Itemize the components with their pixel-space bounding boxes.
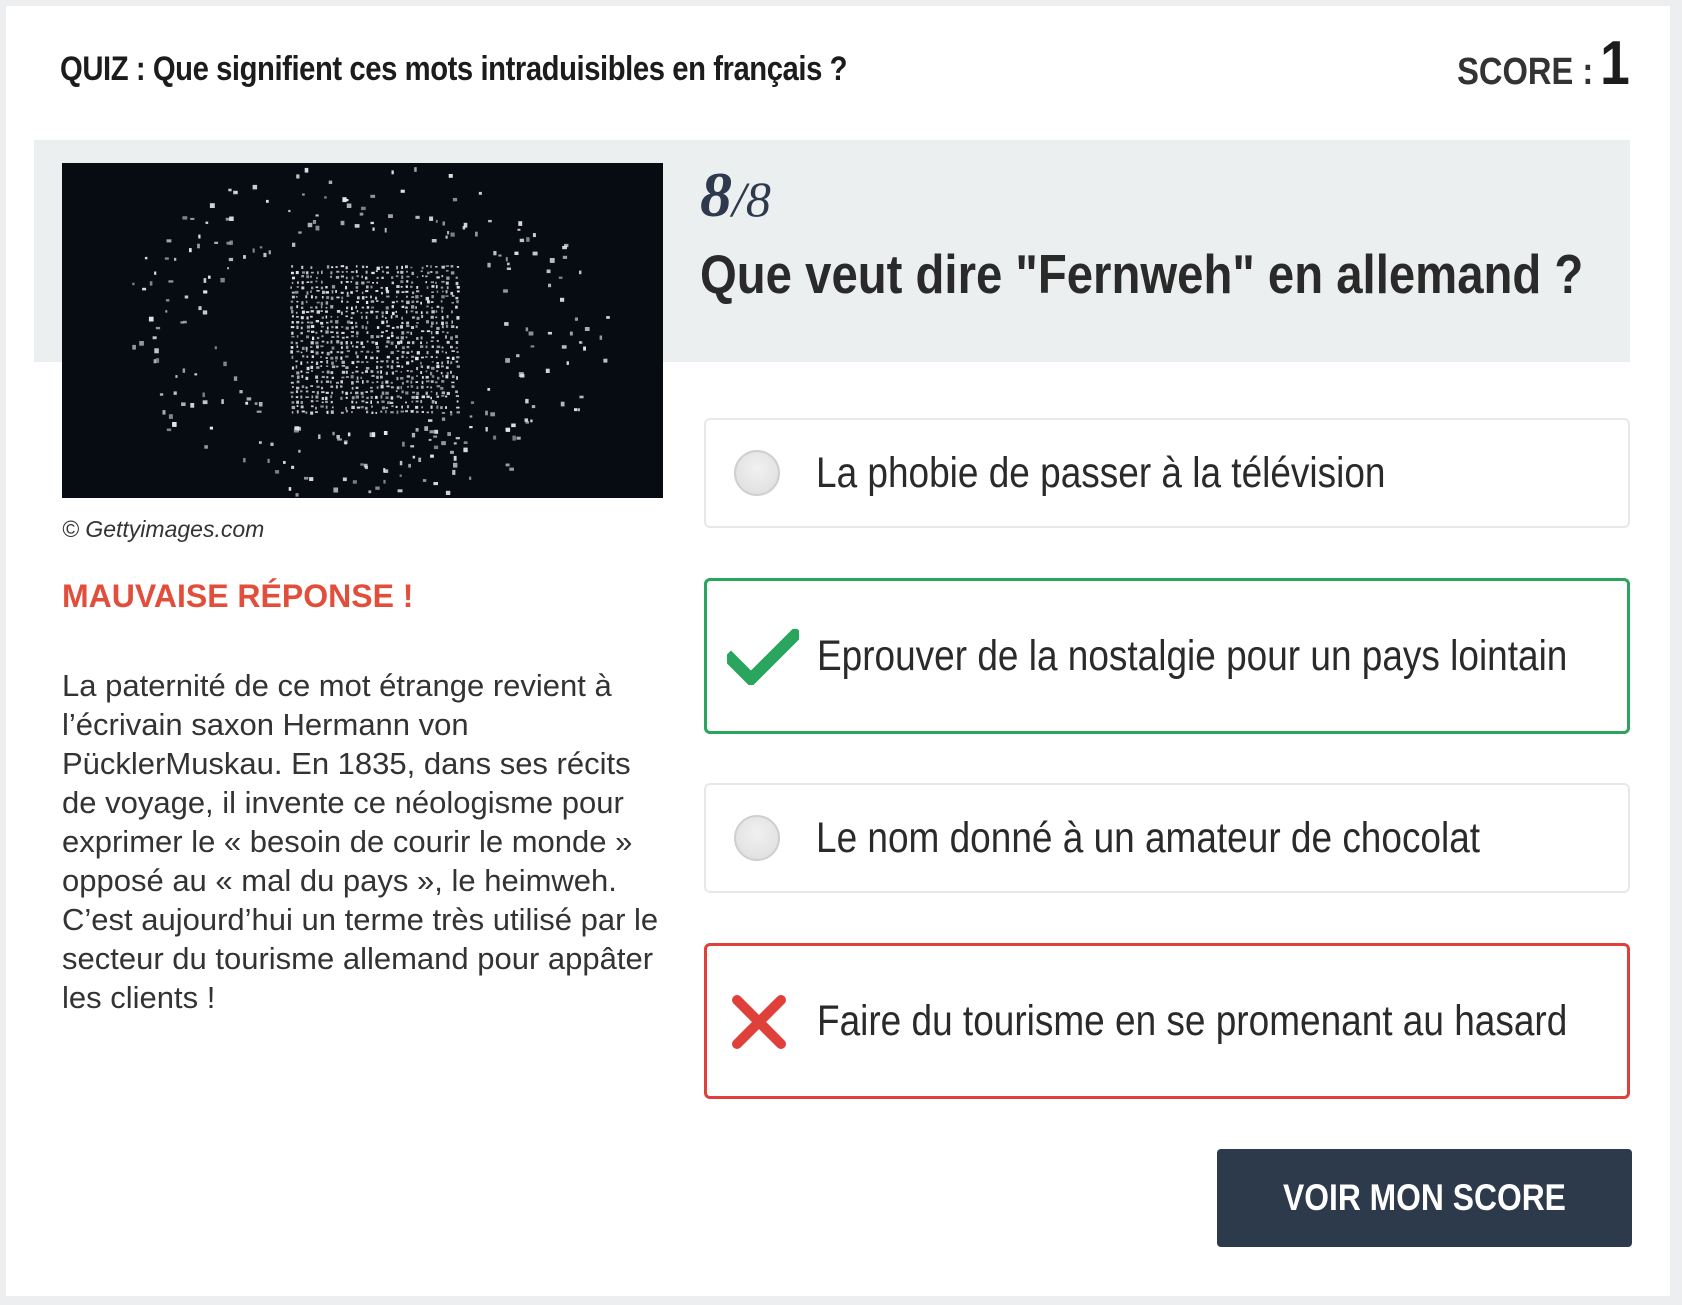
image-credit: © Gettyimages.com [62,516,265,542]
answer-label: La phobie de passer à la télévision [816,449,1386,497]
question-total: 8 [745,171,771,227]
question-current: 8 [700,159,732,230]
answer-option-2[interactable]: Eprouver de la nostalgie pour un pays lo… [704,578,1630,734]
answer-option-1[interactable]: La phobie de passer à la télévision [704,418,1630,528]
question-image [62,163,663,498]
answer-label: Eprouver de la nostalgie pour un pays lo… [817,632,1568,680]
see-score-button[interactable]: VOIR MON SCORE [1217,1149,1632,1247]
answer-label: Faire du tourisme en se promenant au has… [817,997,1568,1045]
score-label: SCORE : [1457,51,1594,93]
result-message: MAUVAISE RÉPONSE ! [62,578,414,614]
radio-icon [734,815,780,861]
answer-option-3[interactable]: Le nom donné à un amateur de chocolat [704,783,1630,893]
score-value: 1 [1600,29,1630,98]
answer-explanation: La paternité de ce mot étrange revient à… [62,668,659,1015]
quiz-title: QUIZ : Que signifient ces mots intraduis… [60,50,848,88]
question-separator: / [732,171,746,227]
radio-icon [734,450,780,496]
question-text: Que veut dire "Fernweh" en allemand ? [700,243,1584,305]
score-display: SCORE :1 [1457,28,1630,99]
cross-icon [732,995,786,1049]
checkmark-icon [722,626,804,688]
answer-option-4[interactable]: Faire du tourisme en se promenant au has… [704,943,1630,1099]
answer-label: Le nom donné à un amateur de chocolat [816,814,1481,862]
question-counter: 8/8 [700,158,771,232]
